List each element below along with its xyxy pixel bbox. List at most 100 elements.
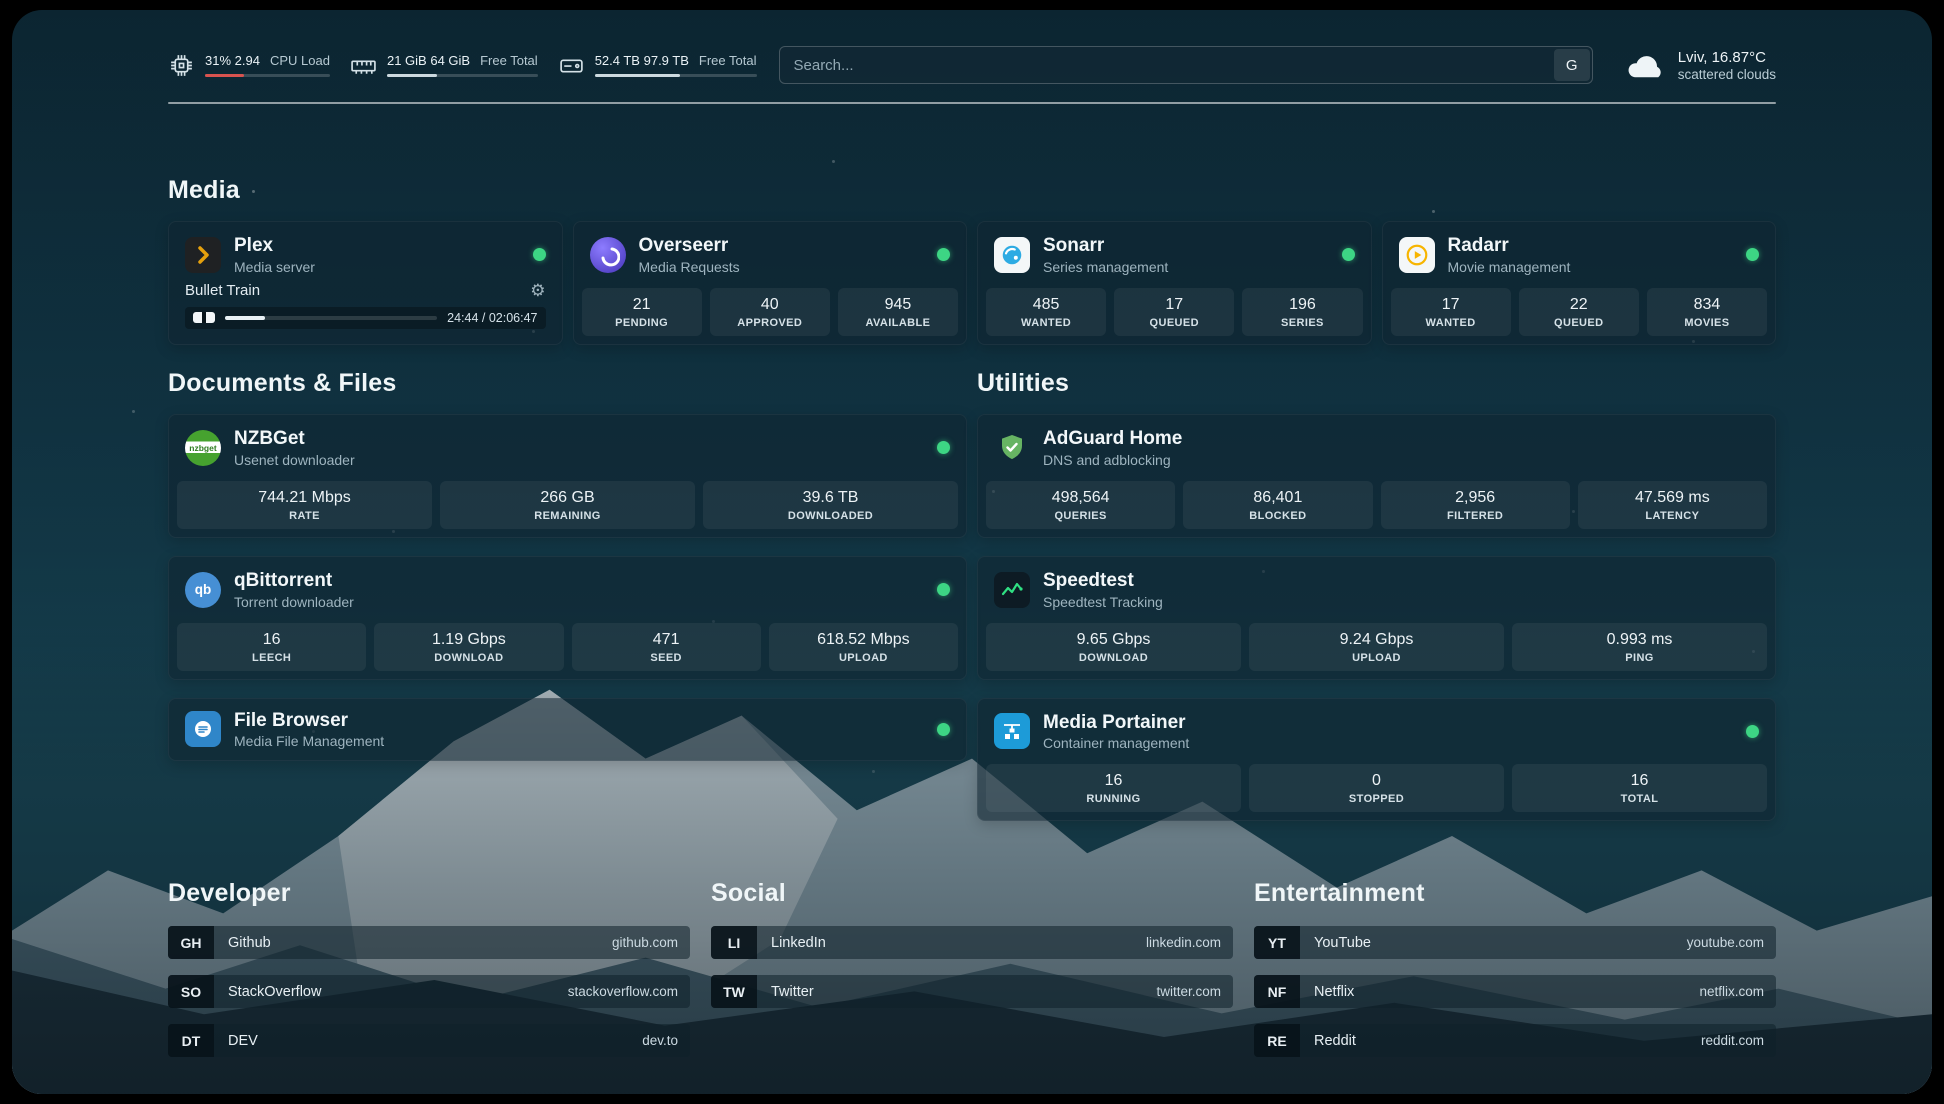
stat-queued: 22 QUEUED [1519,288,1639,336]
bookmark-url: reddit.com [1701,1033,1764,1048]
bookmark-abbr: YT [1254,926,1300,959]
search-input[interactable] [779,46,1593,84]
section-title-media: Media [168,176,1776,205]
nzbget-icon: nzbget [185,430,221,466]
sonarr-icon [994,237,1030,273]
app-description: Movie management [1448,259,1571,275]
portainer-icon [994,713,1030,749]
stat-queued: 17 QUEUED [1114,288,1234,336]
cpu-label: CPU [270,53,297,68]
nzbget-card[interactable]: nzbget NZBGet Usenet downloader 744.21 M… [168,414,967,538]
bookmark-url: twitter.com [1156,984,1221,999]
stat-seed: 471 SEED [572,623,761,671]
overseerr-card[interactable]: Overseerr Media Requests 21 PENDING 40 A… [573,221,968,345]
disk-total-value: 97.9 TB [644,53,689,68]
stat-movies: 834 MOVIES [1647,288,1767,336]
utilities-column: Utilities AdGuard Home DNS and adblockin… [977,369,1776,822]
stat-ping: 0.993 ms PING [1512,623,1767,671]
ram-total-label: Total [510,53,537,68]
search-engine-button[interactable]: G [1554,49,1590,81]
app-name: NZBGet [234,428,355,450]
bookmark-name: YouTube [1314,935,1371,951]
sonarr-card[interactable]: Sonarr Series management 485 WANTED 17 Q… [977,221,1372,345]
qbittorrent-icon: qb [185,572,221,608]
pause-icon[interactable] [193,312,215,323]
qbittorrent-card[interactable]: qb qBittorrent Torrent downloader 16 LEE… [168,556,967,680]
bookmark-stackoverflow[interactable]: SO StackOverflow stackoverflow.com [168,975,690,1008]
status-dot [533,248,546,261]
filebrowser-card[interactable]: File Browser Media File Management [168,698,967,762]
status-dot [937,583,950,596]
section-title-utilities: Utilities [977,369,1776,398]
stat-upload: 9.24 Gbps UPLOAD [1249,623,1504,671]
bookmark-twitter[interactable]: TW Twitter twitter.com [711,975,1233,1008]
bookmark-name: Twitter [771,984,814,1000]
stat-running: 16 RUNNING [986,764,1241,812]
bookmark-abbr: SO [168,975,214,1008]
progress-track[interactable] [225,316,437,320]
bookmark-abbr: TW [711,975,757,1008]
stat-download: 1.19 Gbps DOWNLOAD [374,623,563,671]
bookmark-netflix[interactable]: NF Netflix netflix.com [1254,975,1776,1008]
stat-queries: 498,564 QUERIES [986,481,1175,529]
cpu-load-label: Load [301,53,330,68]
bookmark-linkedin[interactable]: LI LinkedIn linkedin.com [711,926,1233,959]
progress-fill [225,316,265,320]
status-dot [937,441,950,454]
gear-icon[interactable]: ⚙ [530,282,545,299]
disk-usage-bar [595,74,757,77]
bookmark-youtube[interactable]: YT YouTube youtube.com [1254,926,1776,959]
plex-card[interactable]: Plex Media server Bullet Train ⚙ 24:44 /… [168,221,563,345]
top-bar: 31% 2.94 CPU Load [168,46,1776,84]
now-playing: Bullet Train ⚙ 24:44 / 02:06:47 [169,282,562,340]
ram-free-value: 21 GiB [387,53,427,68]
stat-rate: 744.21 Mbps RATE [177,481,432,529]
cpu-icon [168,52,195,79]
app-description: Media File Management [234,733,384,749]
ram-free-label: Free [480,53,507,68]
system-monitors: 31% 2.94 CPU Load [168,52,757,79]
app-name: Sonarr [1043,235,1168,257]
stat-filtered: 2,956 FILTERED [1381,481,1570,529]
dashboard-frame: 31% 2.94 CPU Load [12,10,1932,1094]
adguard-card[interactable]: AdGuard Home DNS and adblocking 498,564 … [977,414,1776,538]
media-cards-row: Plex Media server Bullet Train ⚙ 24:44 /… [168,221,1776,345]
stat-download: 9.65 Gbps DOWNLOAD [986,623,1241,671]
ram-monitor: 21 GiB 64 GiB Free Total [350,52,538,79]
social-bookmarks: Social LI LinkedIn linkedin.com TW Twitt… [711,879,1233,1057]
stat-pending: 21 PENDING [582,288,702,336]
status-dot [1746,725,1759,738]
bookmark-reddit[interactable]: RE Reddit reddit.com [1254,1024,1776,1057]
speedtest-card[interactable]: Speedtest Speedtest Tracking 9.65 Gbps D… [977,556,1776,680]
cpu-usage-bar [205,74,330,77]
entertainment-bookmarks: Entertainment YT YouTube youtube.com NF … [1254,879,1776,1057]
app-description: Speedtest Tracking [1043,594,1163,610]
bookmark-abbr: LI [711,926,757,959]
bookmark-github[interactable]: GH Github github.com [168,926,690,959]
playback-bar[interactable]: 24:44 / 02:06:47 [185,307,546,329]
bookmark-name: LinkedIn [771,935,826,951]
radarr-icon [1399,237,1435,273]
stat-latency: 47.569 ms LATENCY [1578,481,1767,529]
plex-icon [185,237,221,273]
bookmark-abbr: DT [168,1024,214,1057]
stat-remaining: 266 GB REMAINING [440,481,695,529]
disk-total-label: Total [729,53,756,68]
documents-column: Documents & Files nzbget NZBGet Usenet d… [168,369,967,822]
stat-available: 945 AVAILABLE [838,288,958,336]
bookmark-url: stackoverflow.com [568,984,678,999]
weather-condition: scattered clouds [1678,67,1776,82]
bookmark-abbr: NF [1254,975,1300,1008]
portainer-card[interactable]: Media Portainer Container management 16 … [977,698,1776,822]
bookmark-name: StackOverflow [228,984,321,1000]
disk-monitor: 52.4 TB 97.9 TB Free Total [558,52,757,79]
bookmark-url: github.com [612,935,678,950]
cpu-percent: 31% [205,53,231,68]
app-description: Series management [1043,259,1168,275]
weather-location: Lviv, 16.87°C [1678,49,1776,66]
bookmark-dev[interactable]: DT DEV dev.to [168,1024,690,1057]
cpu-monitor: 31% 2.94 CPU Load [168,52,330,79]
radarr-card[interactable]: Radarr Movie management 17 WANTED 22 QUE… [1382,221,1777,345]
status-dot [1342,248,1355,261]
app-name: Plex [234,235,315,257]
